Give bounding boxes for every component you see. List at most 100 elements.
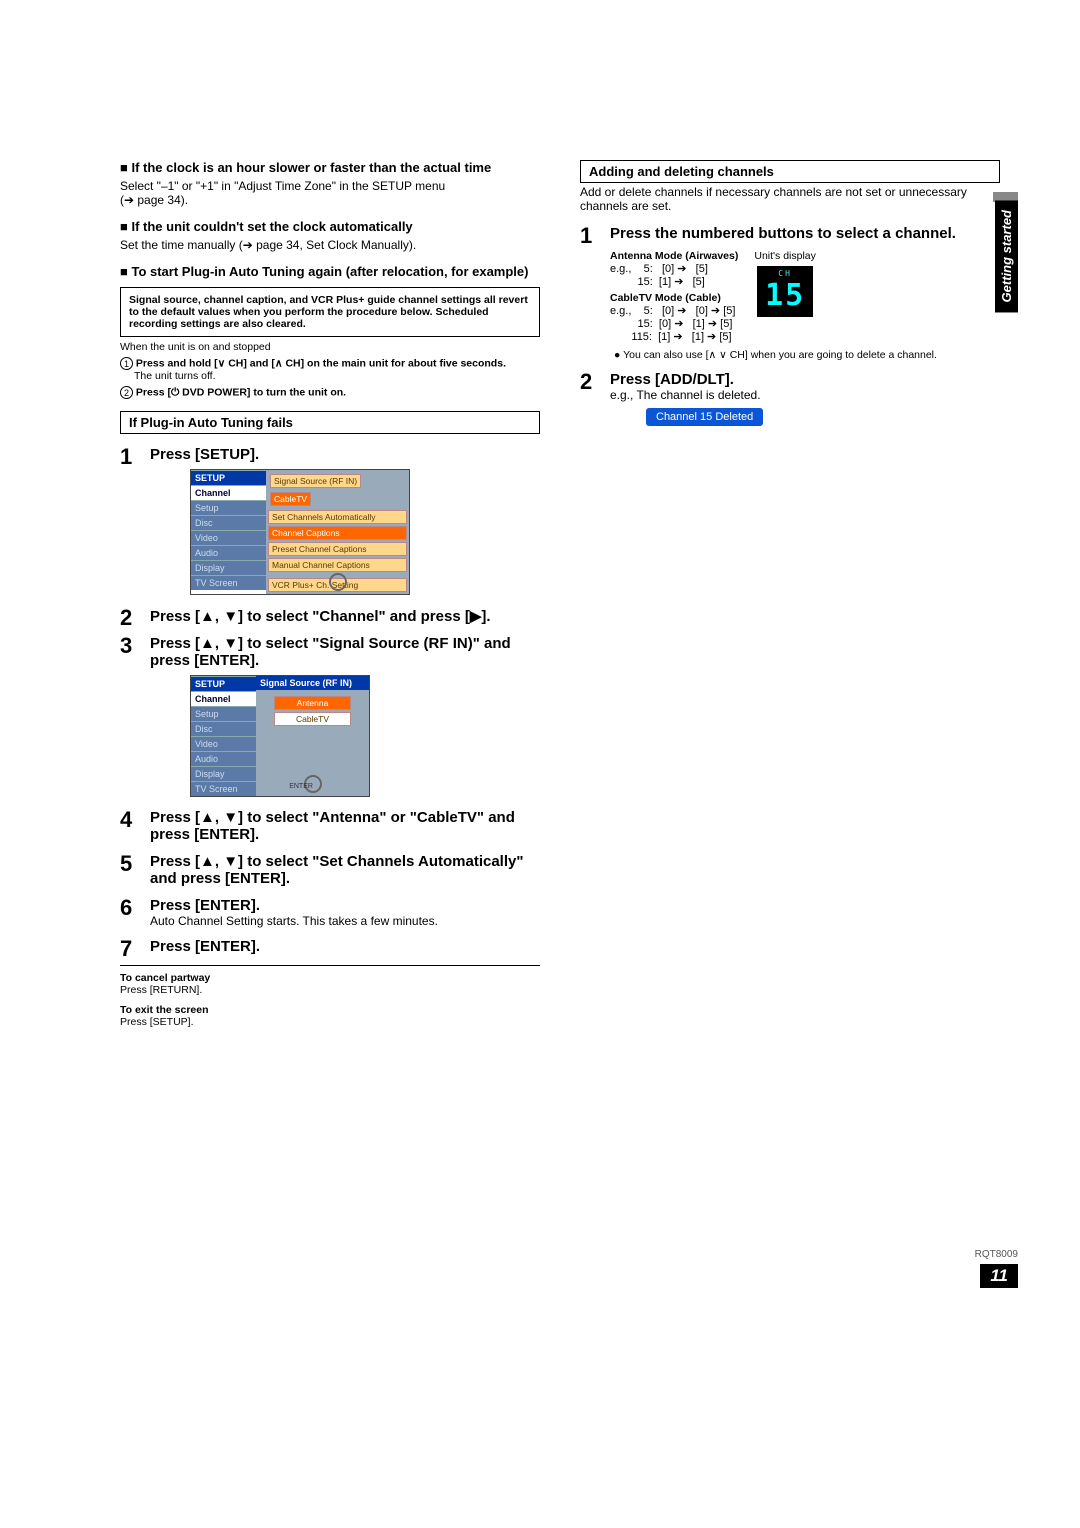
circled-step-2: 2 Press [⏻ DVD POWER] to turn the unit o… [120,386,540,399]
step-6: Press [ENTER]. Auto Channel Setting star… [120,897,540,928]
enter-label: ENTER [289,783,313,790]
step-2: Press [▲, ▼] to select "Channel" and pre… [120,607,540,625]
heading-clock-auto-fail-title: If the unit couldn't set the clock autom… [131,219,412,234]
antenna-eg-2: 15: [1] ➔ [5] [610,275,738,288]
menu2-opt-antenna: Antenna [274,696,351,710]
right-step-2-text: Press [ADD/DLT]. [610,371,1000,388]
left-column: ■ If the clock is an hour slower or fast… [120,160,540,1028]
clock-auto-fail-body: Set the time manually (➔ page 34, Set Cl… [120,238,540,252]
step-1-text: Press [SETUP]. [150,446,540,463]
doc-id: RQT8009 [975,1249,1018,1260]
step-4-text: Press [▲, ▼] to select "Antenna" or "Cab… [150,809,540,843]
menu1-left-pane: SETUP Channel Setup Disc Video Audio Dis… [191,470,266,594]
right-step-1-text: Press the numbered buttons to select a c… [610,225,1000,242]
menu1-signal-source: Signal Source (RF IN) [270,474,361,488]
menu1-item-video: Video [191,530,266,545]
step-3-text: Press [▲, ▼] to select "Signal Source (R… [150,635,540,669]
step-6-sub: Auto Channel Setting starts. This takes … [150,914,540,928]
menu1-title: SETUP [191,470,266,485]
menu2-item-display: Display [191,766,256,781]
cable-eg-3: 115: [1] ➔ [1] ➔ [5] [610,330,738,343]
heading-restart-tuning: ■ To start Plug-in Auto Tuning again (af… [120,264,540,279]
circled-2-icon: 2 [120,386,133,399]
antenna-mode-title: Antenna Mode (Airwaves) [610,250,738,262]
heading-clock-offset: ■ If the clock is an hour slower or fast… [120,160,540,175]
menu2-item-setup: Setup [191,706,256,721]
square-bullet-icon: ■ [120,160,131,175]
step-5: Press [▲, ▼] to select "Set Channels Aut… [120,853,540,887]
menu1-ch-captions: Channel Captions [268,526,407,540]
circled-step-1: 1 Press and hold [∨ CH] and [∧ CH] on th… [120,357,540,370]
ch-up-down-note: ● You can also use [∧ ∨ CH] when you are… [610,349,1000,361]
menu2-item-tvscreen: TV Screen [191,781,256,796]
menu2-right-title: Signal Source (RF IN) [256,676,369,690]
divider [120,965,540,966]
unit-display-label: Unit's display [754,250,816,262]
menu2-item-channel: Channel [191,691,256,706]
menu1-item-audio: Audio [191,545,266,560]
nav-wheel-icon [329,573,347,591]
clock-offset-body2: (➔ page 34). [120,193,540,207]
step-7-text: Press [ENTER]. [150,938,540,955]
square-bullet-icon: ■ [120,264,131,279]
warning-box: Signal source, channel caption, and VCR … [120,287,540,337]
menu1-item-tvscreen: TV Screen [191,575,266,590]
setup-menu-2: SETUP Channel Setup Disc Video Audio Dis… [190,675,370,797]
step-3: Press [▲, ▼] to select "Signal Source (R… [120,635,540,797]
menu2-right-pane: Signal Source (RF IN) Antenna CableTV EN… [256,676,369,796]
menu2-item-audio: Audio [191,751,256,766]
clock-offset-body1: Select "–1" or "+1" in "Adjust Time Zone… [120,179,540,193]
step-2-text: Press [▲, ▼] to select "Channel" and pre… [150,607,540,625]
menu1-preset-captions: Preset Channel Captions [268,542,407,556]
menu1-right-pane: Signal Source (RF IN) CableTV Set Channel… [266,470,409,594]
cancel-heading: To cancel partway [120,972,540,984]
exit-heading: To exit the screen [120,1004,540,1016]
menu1-manual-captions: Manual Channel Captions [268,558,407,572]
step-7: Press [ENTER]. [120,938,540,955]
circled-step-2-text: Press [⏻ DVD POWER] to turn the unit on. [136,386,346,398]
add-delete-intro: Add or delete channels if necessary chan… [580,185,1000,213]
add-delete-heading-box: Adding and deleting channels [580,160,1000,183]
step-6-text: Press [ENTER]. [150,897,540,914]
setup-menu-1: SETUP Channel Setup Disc Video Audio Dis… [190,469,410,595]
menu2-title: SETUP [191,676,256,691]
step-5-text: Press [▲, ▼] to select "Set Channels Aut… [150,853,540,887]
square-bullet-icon: ■ [120,219,131,234]
channel-deleted-pill: Channel 15 Deleted [646,408,763,426]
precondition-text: When the unit is on and stopped [120,341,540,353]
menu2-item-disc: Disc [191,721,256,736]
unit-display-block: Unit's display CH 15 [754,250,816,317]
cancel-body: Press [RETURN]. [120,984,540,996]
page-number: 11 [980,1264,1018,1288]
right-step-2-sub: e.g., The channel is deleted. [610,388,1000,402]
menu1-item-channel: Channel [191,485,266,500]
cabletv-mode-title: CableTV Mode (Cable) [610,292,738,304]
unit-display-icon: CH 15 [757,266,813,317]
channel-entry-examples: Antenna Mode (Airwaves) e.g., 5: [0] ➔ [… [610,250,738,343]
setup-steps-list: Press [SETUP]. SETUP Channel Setup Disc … [120,446,540,955]
unit-display-num: 15 [765,278,805,313]
antenna-eg-1: e.g., 5: [0] ➔ [5] [610,262,738,275]
cable-eg-1: e.g., 5: [0] ➔ [0] ➔ [5] [610,304,738,317]
heading-clock-offset-title: If the clock is an hour slower or faster… [131,160,491,175]
step-4: Press [▲, ▼] to select "Antenna" or "Cab… [120,809,540,843]
menu1-item-display: Display [191,560,266,575]
menu2-item-video: Video [191,736,256,751]
auto-tuning-fail-box: If Plug-in Auto Tuning fails [120,411,540,434]
exit-body: Press [SETUP]. [120,1016,540,1028]
right-steps-list: Press the numbered buttons to select a c… [580,225,1000,426]
circled-step-1-text: Press and hold [∨ CH] and [∧ CH] on the … [136,357,506,369]
right-column: Adding and deleting channels Add or dele… [580,160,1000,1028]
menu1-signal-value: CableTV [270,492,311,506]
circled-1-icon: 1 [120,357,133,370]
right-step-1: Press the numbered buttons to select a c… [580,225,1000,361]
right-step-2: Press [ADD/DLT]. e.g., The channel is de… [580,371,1000,426]
menu2-opt-cabletv: CableTV [274,712,351,726]
page-footer: RQT8009 11 [975,1249,1018,1288]
menu2-left-pane: SETUP Channel Setup Disc Video Audio Dis… [191,676,256,796]
circled-step-1-sub: The unit turns off. [134,370,540,382]
menu1-set-auto: Set Channels Automatically [268,510,407,524]
page-body: ■ If the clock is an hour slower or fast… [0,0,1080,1068]
cable-eg-2: 15: [0] ➔ [1] ➔ [5] [610,317,738,330]
unit-display-ch: CH [765,270,805,278]
